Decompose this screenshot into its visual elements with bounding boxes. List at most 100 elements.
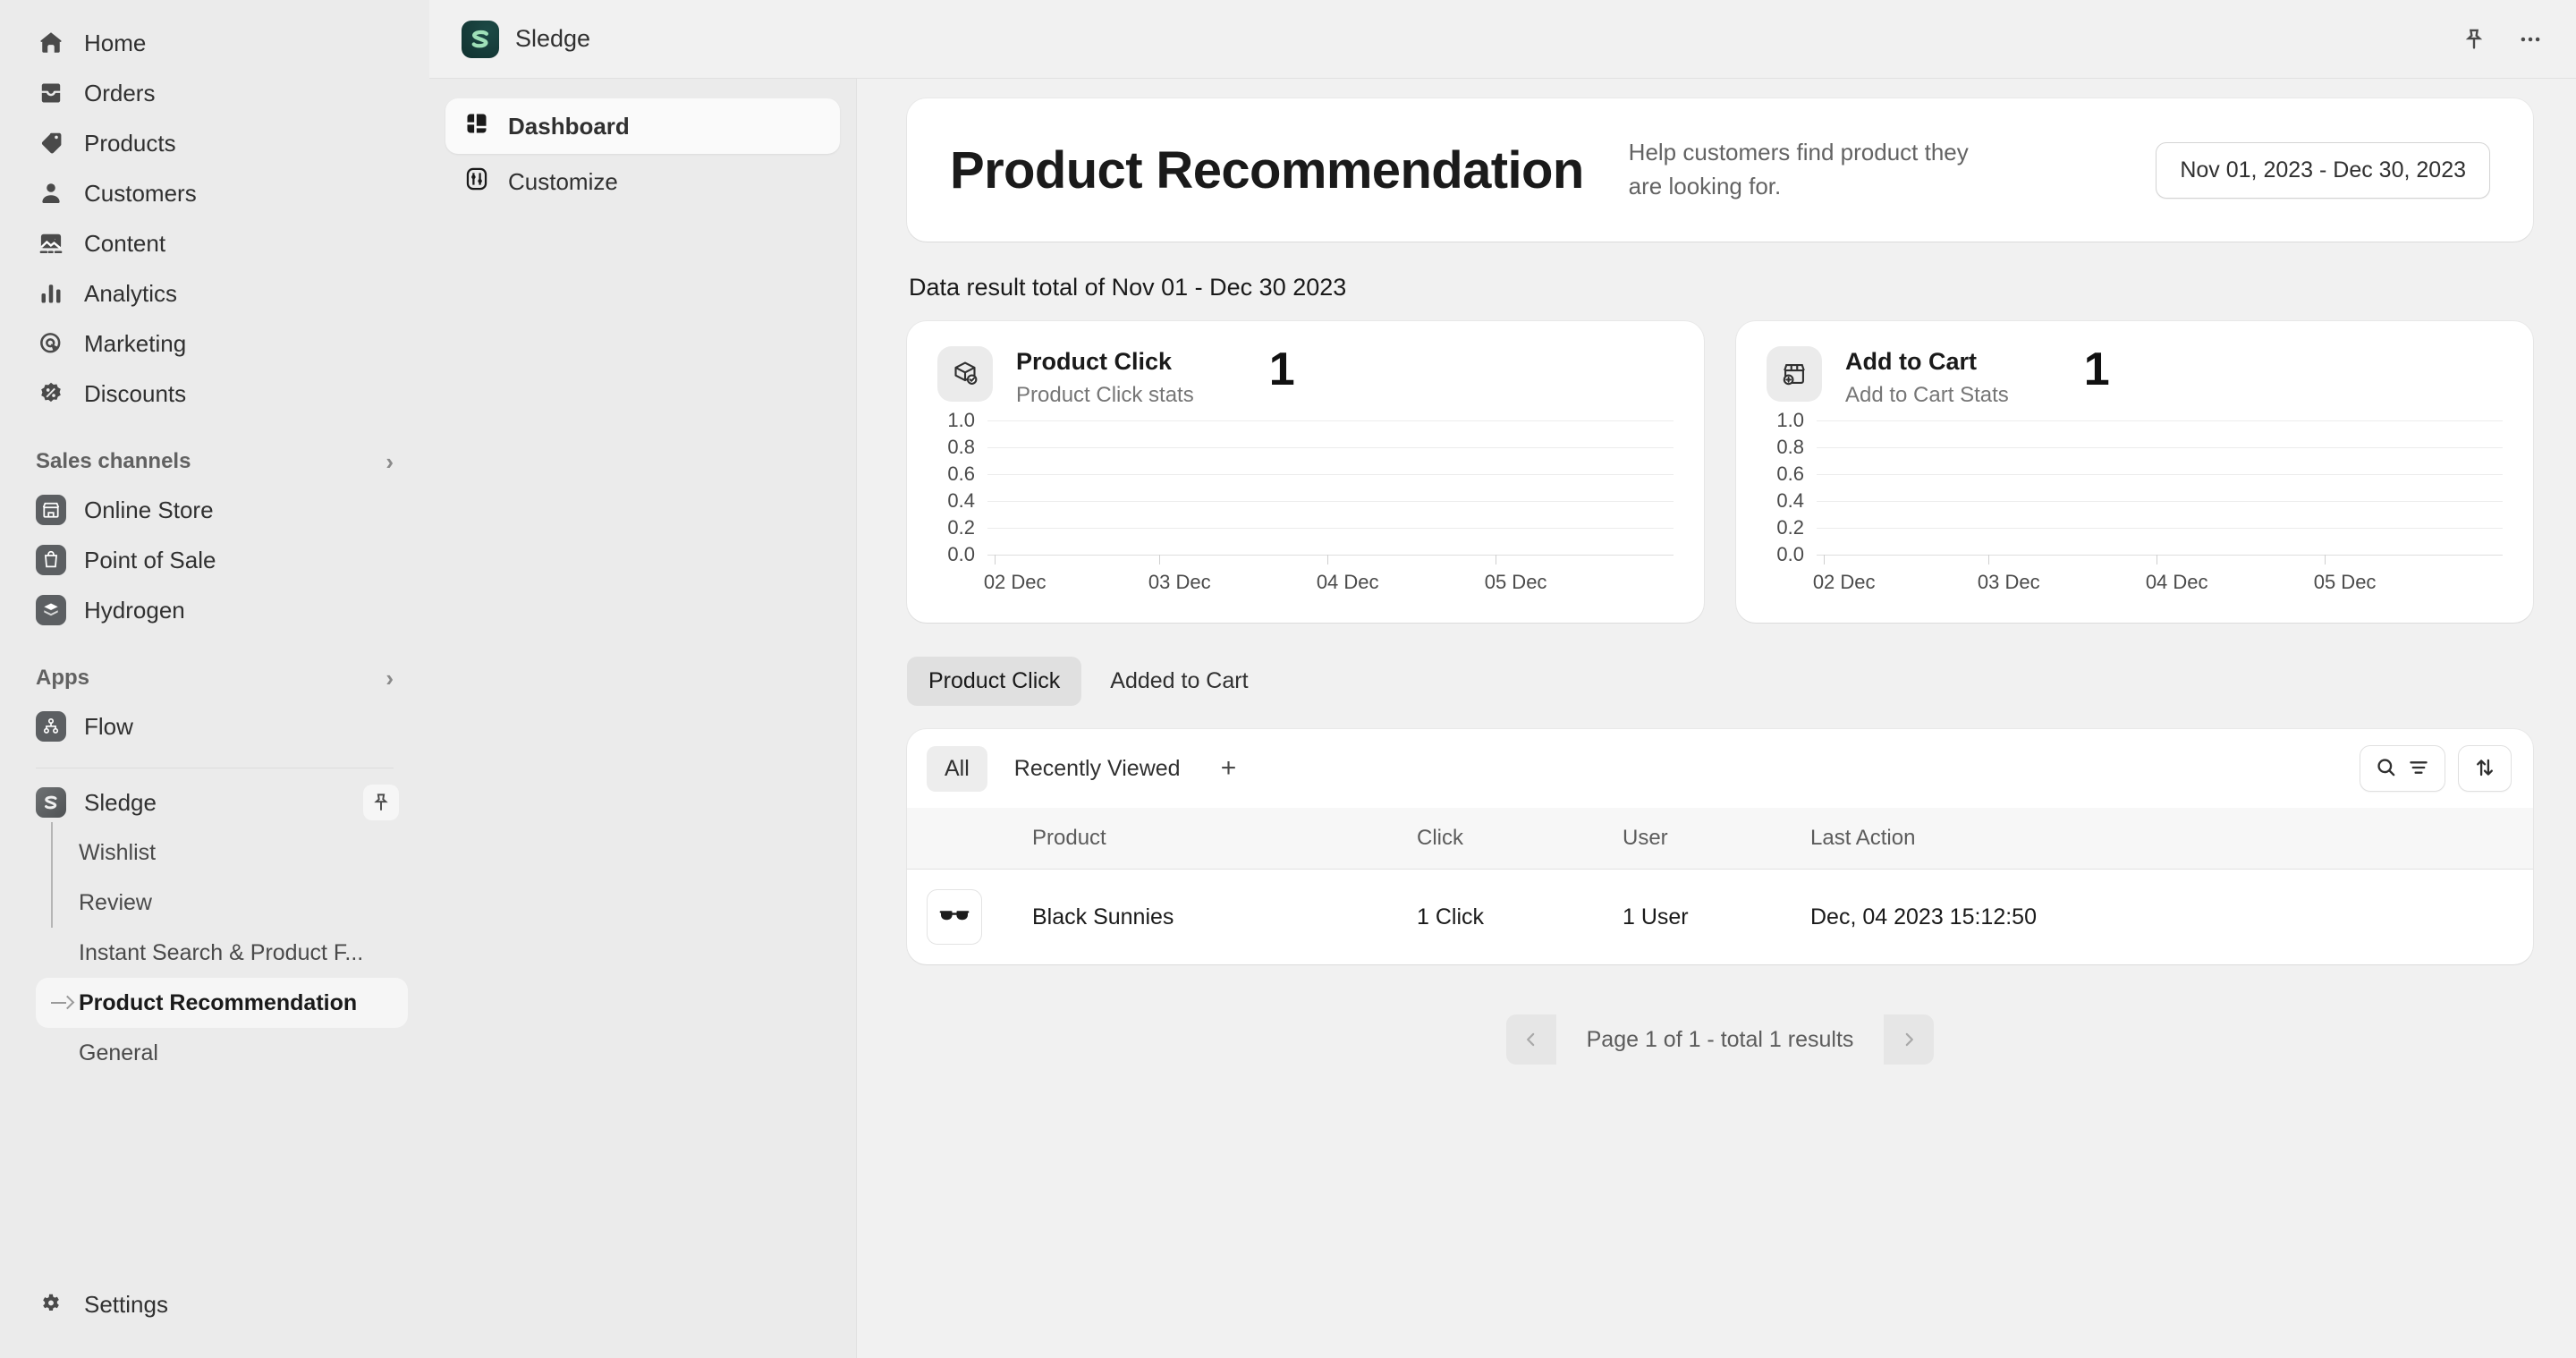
online-store-icon [36,495,66,525]
pagination: Page 1 of 1 - total 1 results [907,1014,2533,1065]
add-view-button[interactable]: + [1208,748,1250,789]
table-toolbar: All Recently Viewed + [907,729,2533,808]
product-click-card: Product Click Product Click stats 1 1.0 … [907,321,1704,623]
page-header-card: Product Recommendation Help customers fi… [907,98,2533,242]
shopify-sidebar: Home Orders Products Customers Content [0,0,429,1358]
gear-icon [36,1289,66,1320]
date-range-picker[interactable]: Nov 01, 2023 - Dec 30, 2023 [2156,142,2490,199]
sidebar-item-flow[interactable]: Flow [21,701,408,751]
table-head: Product Click User Last Action [907,808,2533,870]
view-tab-recently-viewed[interactable]: Recently Viewed [996,746,1199,792]
cell-thumb [907,870,1032,965]
sales-channels-header[interactable]: Sales channels › [21,438,408,485]
search-icon [2375,756,2398,782]
x-tick: 03 Dec [1148,571,1211,594]
box-check-icon [937,346,993,402]
sidebar-item-product-recommendation[interactable]: Product Recommendation [36,978,408,1028]
col-last-action: Last Action [1810,808,2533,870]
sledge-app-icon [36,787,66,818]
sidebar-item-label: Review [79,890,152,916]
segment-tabs: Product Click Added to Cart [907,657,2533,706]
sledge-logo-icon [462,21,499,58]
content-image-icon [36,228,66,259]
tab-added-to-cart[interactable]: Added to Cart [1089,657,1269,706]
apps-header[interactable]: Apps › [21,655,408,701]
x-tick: 02 Dec [984,571,1046,594]
sidebar-item-label: Settings [84,1291,168,1319]
sidebar-item-label: Analytics [84,280,177,308]
sidebar-item-online-store[interactable]: Online Store [21,485,408,535]
sidebar-item-sledge[interactable]: Sledge [21,777,408,828]
y-tick: 0.6 [1776,463,1804,486]
result-summary-text: Data result total of Nov 01 - Dec 30 202… [909,274,2533,301]
cell-product: Black Sunnies [1032,870,1417,965]
view-tab-all[interactable]: All [927,746,987,792]
sidebar-item-settings[interactable]: Settings [21,1279,408,1329]
cell-last-action: Dec, 04 2023 15:12:50 [1810,870,2533,965]
col-user: User [1623,808,1810,870]
home-icon [36,28,66,58]
sidebar-item-label: Orders [84,80,155,107]
tab-label: Customize [508,168,618,196]
main-content: Product Recommendation Help customers fi… [857,79,2576,1358]
sidebar-item-wishlist[interactable]: Wishlist [36,828,408,878]
sidebar-item-label: Products [84,130,176,157]
results-table: Product Click User Last Action [907,808,2533,964]
sidebar-item-hydrogen[interactable]: Hydrogen [21,585,408,635]
app-title: Sledge [515,25,590,53]
sidebar-item-label: Sledge [84,789,157,817]
sliders-icon [463,166,490,199]
chart-plot-area: 1.0 0.8 0.6 0.4 0.2 0.0 [987,420,1674,555]
y-tick: 0.2 [1776,516,1804,539]
apps-label: Apps [36,666,89,691]
card-title: Add to Cart [1845,348,2009,376]
sidebar-item-analytics[interactable]: Analytics [21,268,408,318]
tab-label: Dashboard [508,113,630,140]
x-tick: 05 Dec [2314,571,2377,594]
sidebar-item-marketing[interactable]: Marketing [21,318,408,369]
prev-page-button[interactable] [1506,1014,1556,1065]
next-page-button[interactable] [1884,1014,1934,1065]
chart-x-axis: 02 Dec 03 Dec 04 Dec 05 Dec [1817,555,2503,598]
pin-icon[interactable] [2462,27,2487,52]
table-row[interactable]: Black Sunnies 1 Click 1 User Dec, 04 202… [907,870,2533,965]
flow-icon [36,711,66,742]
page-title: Product Recommendation [950,140,1584,200]
sidebar-item-label: Customers [84,180,197,208]
analytics-bars-icon [36,278,66,309]
sidebar-item-label: Hydrogen [84,597,185,624]
stats-grid: Product Click Product Click stats 1 1.0 … [907,321,2533,623]
search-filter-button[interactable] [2360,745,2445,792]
col-product: Product [1032,808,1417,870]
sidebar-item-orders[interactable]: Orders [21,68,408,118]
app-topbar: Sledge [429,0,2576,79]
card-titles: Add to Cart Add to Cart Stats [1845,346,2009,408]
sidebar-item-content[interactable]: Content [21,218,408,268]
chevron-left-icon [1521,1030,1541,1049]
add-to-cart-card: Add to Cart Add to Cart Stats 1 1.0 0.8 … [1736,321,2533,623]
ellipsis-icon[interactable] [2517,26,2544,53]
card-description: Add to Cart Stats [1845,383,2009,408]
sidebar-item-instant-search[interactable]: Instant Search & Product F... [36,928,408,978]
sidebar-item-discounts[interactable]: Discounts [21,369,408,419]
sidebar-item-home[interactable]: Home [21,18,408,68]
y-tick: 0.4 [947,489,975,513]
tab-customize[interactable]: Customize [445,154,840,209]
sidebar-item-general[interactable]: General [36,1028,408,1078]
sidebar-item-products[interactable]: Products [21,118,408,168]
sort-arrows-icon [2473,756,2496,782]
products-tag-icon [36,128,66,158]
tab-product-click[interactable]: Product Click [907,657,1081,706]
sort-button[interactable] [2458,745,2512,792]
tab-dashboard[interactable]: Dashboard [445,98,840,154]
marketing-target-icon [36,328,66,359]
sidebar-item-point-of-sale[interactable]: Point of Sale [21,535,408,585]
sidebar-item-customers[interactable]: Customers [21,168,408,218]
pin-icon[interactable] [363,785,399,820]
sidebar-item-label: Home [84,30,146,57]
topbar-left: Sledge [462,21,590,58]
col-thumb [907,808,1032,870]
card-header: Product Click Product Click stats 1 [937,346,1674,408]
card-description: Product Click stats [1016,383,1194,408]
sidebar-item-review[interactable]: Review [36,878,408,928]
